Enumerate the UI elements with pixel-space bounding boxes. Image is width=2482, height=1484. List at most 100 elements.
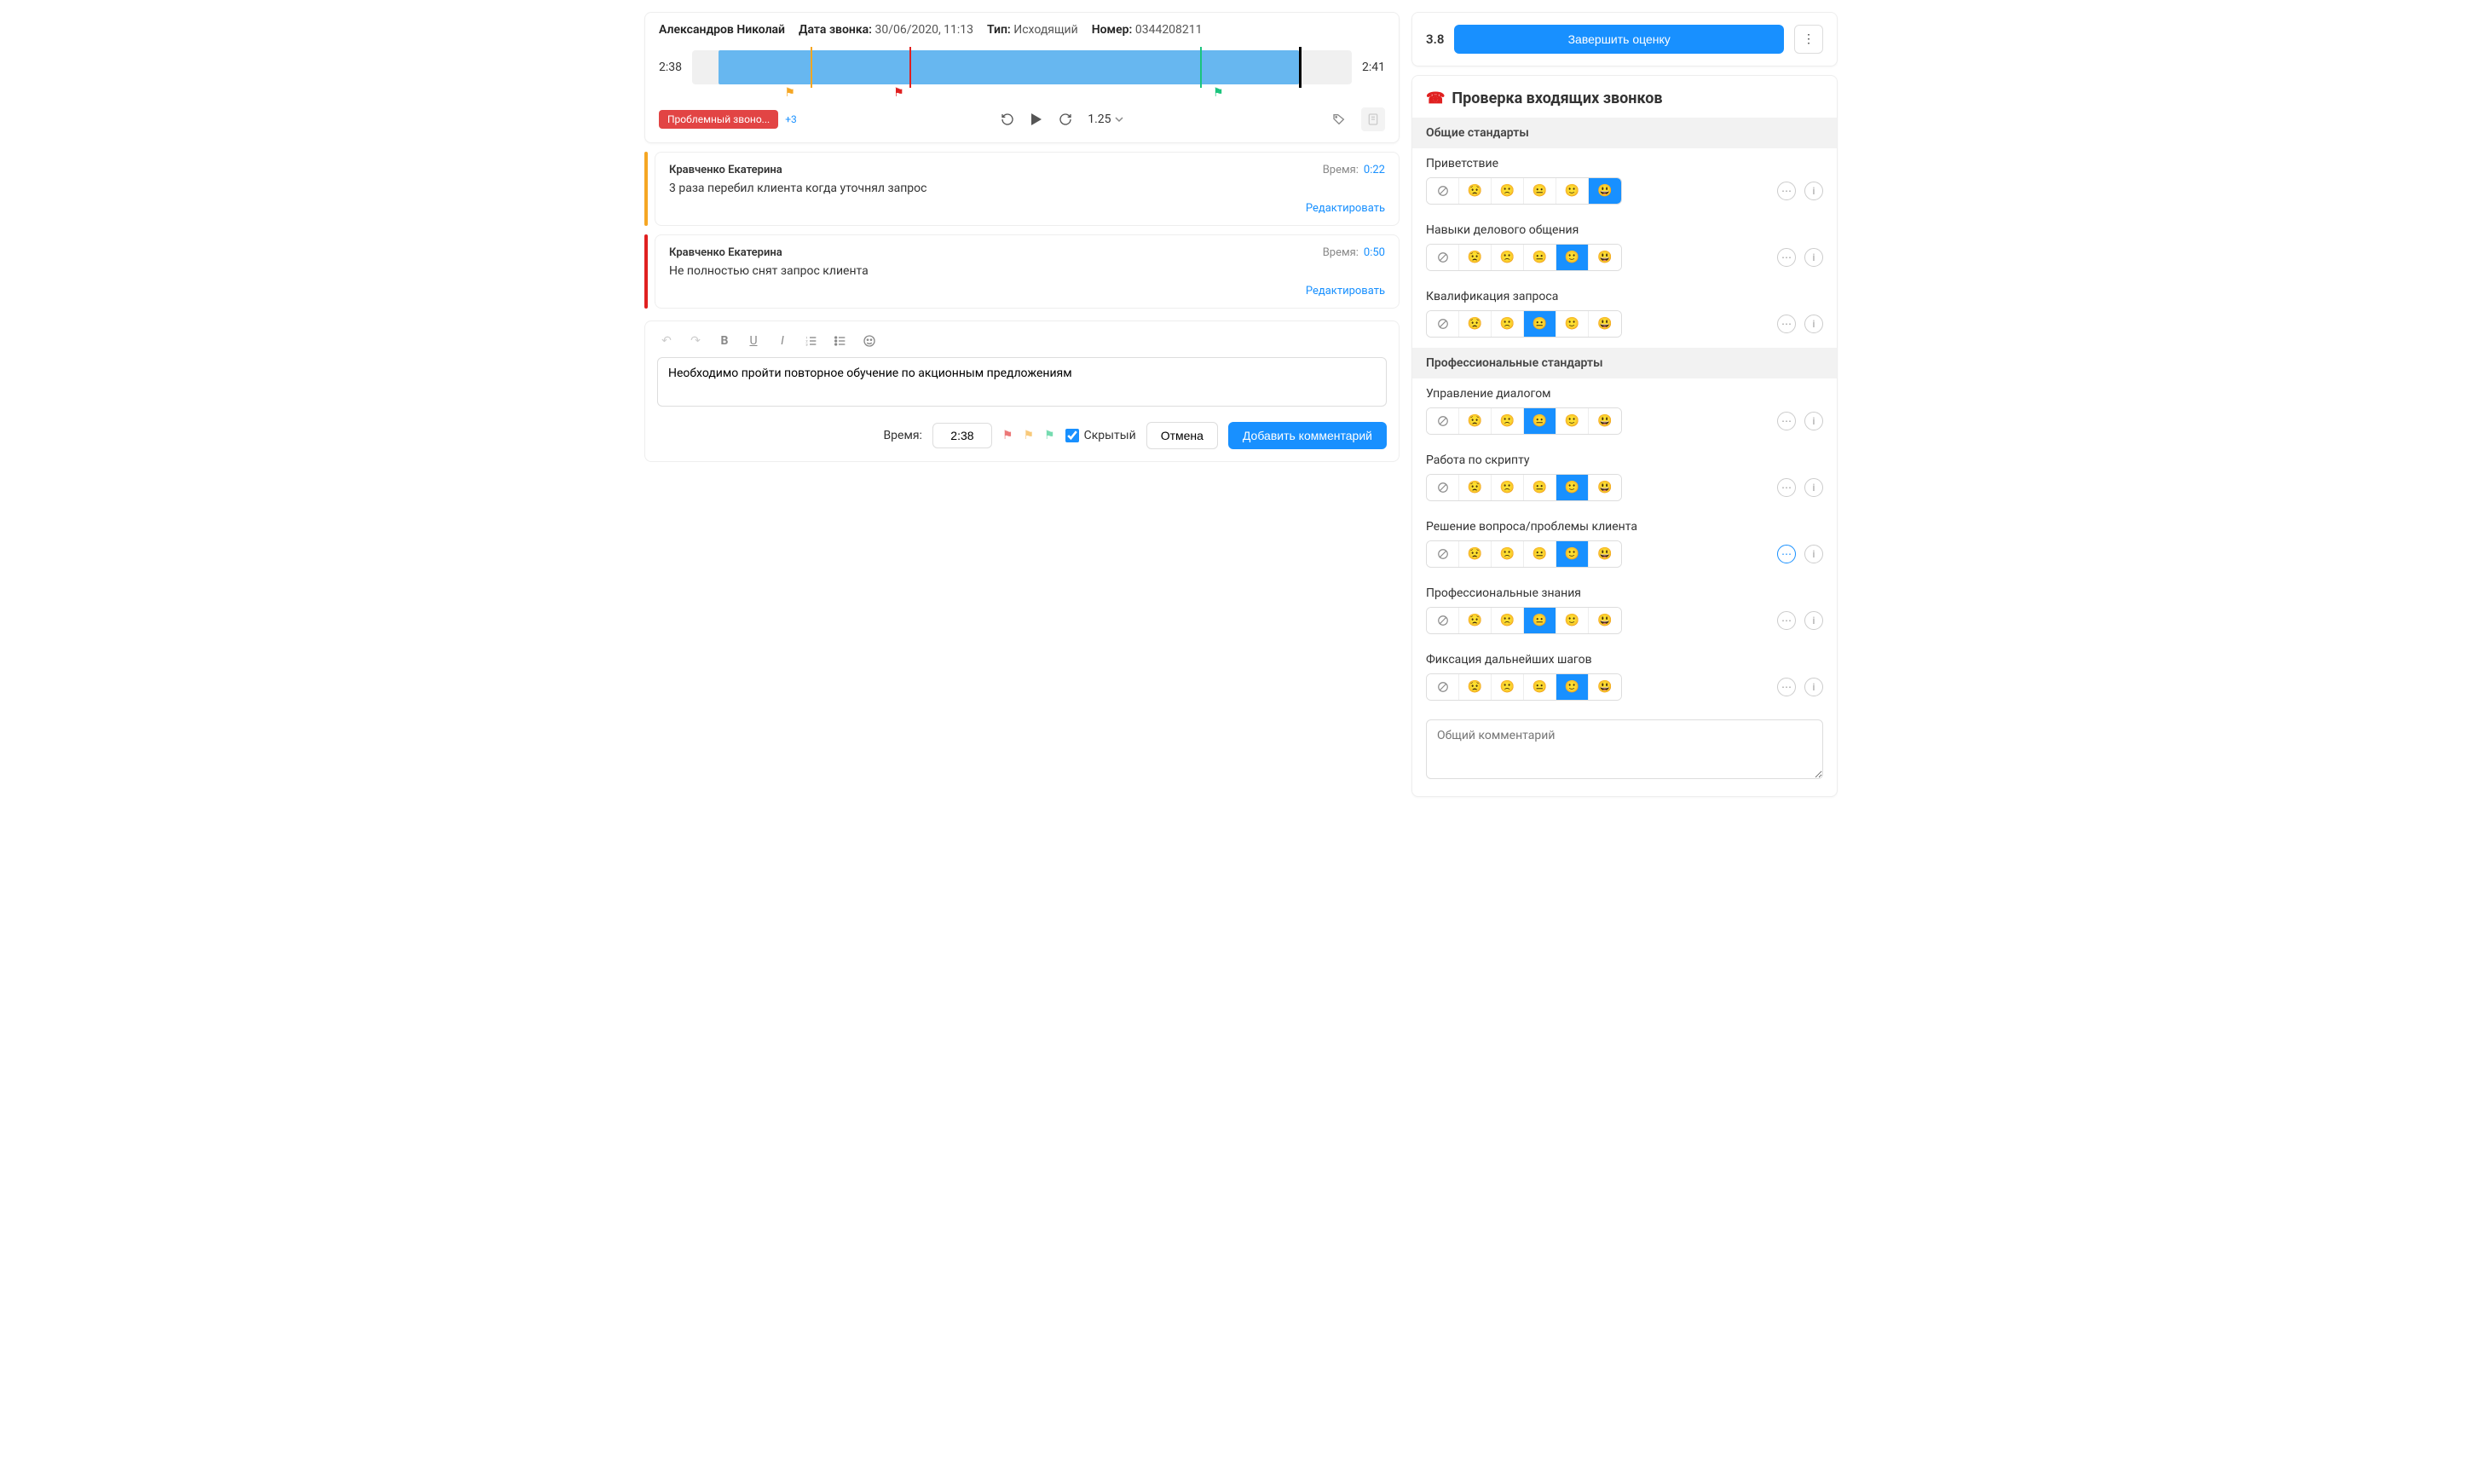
info-icon[interactable]: i xyxy=(1804,611,1823,630)
flag-icon[interactable]: ⚑ xyxy=(1213,86,1224,100)
rating-option-1[interactable]: 😟 xyxy=(1459,674,1492,700)
rating-option-2[interactable]: 🙁 xyxy=(1492,608,1524,633)
info-icon[interactable]: i xyxy=(1804,248,1823,267)
time-input[interactable] xyxy=(932,423,992,448)
rating-option-1[interactable]: 😟 xyxy=(1459,245,1492,270)
rating-option-5[interactable]: 😃 xyxy=(1589,311,1621,337)
rating-na[interactable] xyxy=(1427,408,1459,434)
info-icon[interactable]: i xyxy=(1804,182,1823,200)
comment-time[interactable]: 0:22 xyxy=(1364,164,1385,176)
comment-icon[interactable]: ⋯ xyxy=(1777,545,1796,563)
rating-option-5[interactable]: 😃 xyxy=(1589,408,1621,434)
info-icon[interactable]: i xyxy=(1804,412,1823,430)
rating-option-4[interactable]: 🙂 xyxy=(1556,311,1589,337)
comment-icon[interactable]: ⋯ xyxy=(1777,478,1796,497)
comment-icon[interactable]: ⋯ xyxy=(1777,611,1796,630)
flag-icon[interactable]: ⚑ xyxy=(784,86,795,100)
add-comment-button[interactable]: Добавить комментарий xyxy=(1228,422,1387,449)
flag-orange-icon[interactable]: ⚑ xyxy=(1023,429,1034,442)
ordered-list-icon[interactable]: 123 xyxy=(804,333,819,349)
rating-na[interactable] xyxy=(1427,178,1459,204)
rating-option-2[interactable]: 🙁 xyxy=(1492,408,1524,434)
more-tags[interactable]: +3 xyxy=(785,113,797,125)
timeline-marker[interactable] xyxy=(1200,47,1202,88)
flag-green-icon[interactable]: ⚑ xyxy=(1044,429,1055,442)
speed-select[interactable]: 1.25 xyxy=(1088,113,1123,126)
finish-button[interactable]: Завершить оценку xyxy=(1454,25,1784,54)
general-comment-textarea[interactable] xyxy=(1426,719,1823,779)
rating-na[interactable] xyxy=(1427,311,1459,337)
info-icon[interactable]: i xyxy=(1804,315,1823,333)
info-icon[interactable]: i xyxy=(1804,478,1823,497)
rating-option-2[interactable]: 🙁 xyxy=(1492,541,1524,567)
rating-na[interactable] xyxy=(1427,475,1459,500)
flag-red-icon[interactable]: ⚑ xyxy=(1002,429,1013,442)
rating-option-3[interactable]: 😐 xyxy=(1524,311,1556,337)
rating-option-1[interactable]: 😟 xyxy=(1459,475,1492,500)
rating-option-4[interactable]: 🙂 xyxy=(1556,674,1589,700)
rating-option-2[interactable]: 🙁 xyxy=(1492,475,1524,500)
comment-icon[interactable]: ⋯ xyxy=(1777,678,1796,696)
rating-option-3[interactable]: 😐 xyxy=(1524,541,1556,567)
underline-icon[interactable]: U xyxy=(746,333,761,349)
rating-option-1[interactable]: 😟 xyxy=(1459,178,1492,204)
forward-icon[interactable] xyxy=(1059,113,1072,126)
rating-option-1[interactable]: 😟 xyxy=(1459,408,1492,434)
rating-option-5[interactable]: 😃 xyxy=(1589,608,1621,633)
rating-na[interactable] xyxy=(1427,608,1459,633)
comment-icon[interactable]: ⋯ xyxy=(1777,412,1796,430)
rating-option-5[interactable]: 😃 xyxy=(1589,178,1621,204)
bold-icon[interactable]: B xyxy=(717,333,732,349)
rating-option-4[interactable]: 🙂 xyxy=(1556,608,1589,633)
hidden-checkbox[interactable]: Скрытый xyxy=(1065,429,1136,442)
comment-icon[interactable]: ⋯ xyxy=(1777,315,1796,333)
rating-option-5[interactable]: 😃 xyxy=(1589,475,1621,500)
unordered-list-icon[interactable] xyxy=(833,333,848,349)
rating-option-4[interactable]: 🙂 xyxy=(1556,475,1589,500)
rewind-icon[interactable] xyxy=(1001,113,1014,126)
more-icon[interactable]: ⋮ xyxy=(1794,25,1823,54)
tag-icon[interactable] xyxy=(1327,107,1351,131)
rating-option-2[interactable]: 🙁 xyxy=(1492,178,1524,204)
rating-option-3[interactable]: 😐 xyxy=(1524,674,1556,700)
emoji-icon[interactable] xyxy=(862,333,877,349)
edit-link[interactable]: Редактировать xyxy=(669,285,1385,297)
rating-na[interactable] xyxy=(1427,245,1459,270)
rating-option-1[interactable]: 😟 xyxy=(1459,311,1492,337)
rating-option-2[interactable]: 🙁 xyxy=(1492,245,1524,270)
timeline-marker[interactable] xyxy=(811,47,812,88)
rating-option-2[interactable]: 🙁 xyxy=(1492,311,1524,337)
cancel-button[interactable]: Отмена xyxy=(1146,422,1218,449)
info-icon[interactable]: i xyxy=(1804,678,1823,696)
rating-option-4[interactable]: 🙂 xyxy=(1556,408,1589,434)
edit-link[interactable]: Редактировать xyxy=(669,202,1385,215)
call-tag[interactable]: Проблемный звоно... xyxy=(659,110,778,129)
comment-icon[interactable]: ⋯ xyxy=(1777,248,1796,267)
rating-na[interactable] xyxy=(1427,674,1459,700)
rating-option-4[interactable]: 🙂 xyxy=(1556,245,1589,270)
rating-option-5[interactable]: 😃 xyxy=(1589,674,1621,700)
rating-option-5[interactable]: 😃 xyxy=(1589,245,1621,270)
flag-icon[interactable]: ⚑ xyxy=(893,86,904,100)
rating-option-3[interactable]: 😐 xyxy=(1524,245,1556,270)
rating-option-4[interactable]: 🙂 xyxy=(1556,178,1589,204)
rating-option-3[interactable]: 😐 xyxy=(1524,475,1556,500)
timeline-marker[interactable] xyxy=(1299,47,1302,88)
comment-textarea[interactable] xyxy=(657,357,1387,407)
rating-option-1[interactable]: 😟 xyxy=(1459,608,1492,633)
rating-option-3[interactable]: 😐 xyxy=(1524,408,1556,434)
italic-icon[interactable]: I xyxy=(775,333,790,349)
play-icon[interactable] xyxy=(1030,113,1043,126)
timeline[interactable] xyxy=(692,50,1352,84)
comment-time[interactable]: 0:50 xyxy=(1364,246,1385,259)
comment-icon[interactable]: ⋯ xyxy=(1777,182,1796,200)
rating-option-3[interactable]: 😐 xyxy=(1524,608,1556,633)
info-icon[interactable]: i xyxy=(1804,545,1823,563)
rating-option-2[interactable]: 🙁 xyxy=(1492,674,1524,700)
rating-option-4[interactable]: 🙂 xyxy=(1556,541,1589,567)
rating-option-5[interactable]: 😃 xyxy=(1589,541,1621,567)
rating-na[interactable] xyxy=(1427,541,1459,567)
timeline-marker[interactable] xyxy=(909,47,911,88)
rating-option-3[interactable]: 😐 xyxy=(1524,178,1556,204)
rating-option-1[interactable]: 😟 xyxy=(1459,541,1492,567)
